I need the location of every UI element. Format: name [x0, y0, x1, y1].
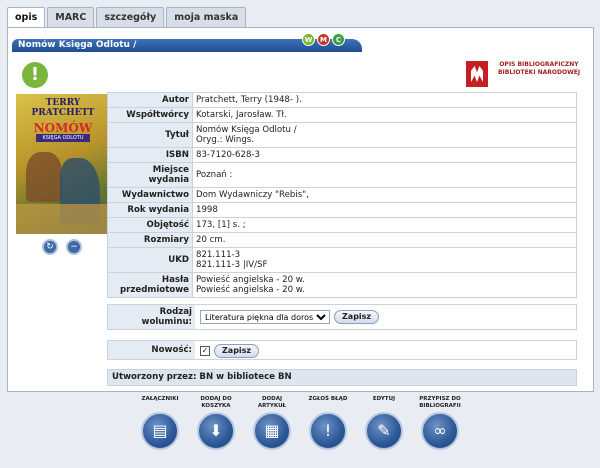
record-row: Hasła przedmiotowe Powieść angielska - 20…: [107, 272, 577, 298]
add-to-basket-button[interactable]: DODAJ DO KOSZYKA ⬇: [191, 396, 241, 450]
assign-bibliography-button[interactable]: PRZYPISZ DO BIBLIOGRAFII ∞: [415, 396, 465, 450]
nowosc-save-button[interactable]: Zapisz: [214, 344, 260, 358]
rodzaj-save-button[interactable]: Zapisz: [334, 310, 380, 324]
remove-icon[interactable]: −: [66, 239, 82, 255]
m-button[interactable]: M: [317, 33, 330, 46]
action-label: ZGŁOŚ BŁĄD: [308, 396, 348, 402]
action-label: ZAŁĄCZNIKI: [141, 396, 179, 402]
record-key: ISBN: [107, 147, 193, 163]
created-by: Utworzony przez: BN w bibliotece BN: [107, 369, 577, 386]
action-label: PRZYPISZ DO BIBLIOGRAFII: [419, 396, 461, 409]
record-row: Autor Pratchett, Terry (1948- ).: [107, 92, 577, 108]
record-value: 173, [1] s. ;: [192, 217, 577, 233]
record-key: Współtwórcy: [107, 107, 193, 123]
book-cover-image: TERRY PRATCHETT NOMÓW KSIĘGA ODLOTU: [16, 94, 110, 234]
tab-bar: opis MARC szczegóły moja maska: [7, 7, 247, 28]
report-error-button[interactable]: ZGŁOŚ BŁĄD !: [303, 396, 353, 450]
cover-title: NOMÓW: [33, 121, 93, 135]
record-value: 83-7120-628-3: [192, 147, 577, 163]
rodzaj-select[interactable]: Literatura piękna dla dorosłych: [200, 310, 330, 324]
record-table: Autor Pratchett, Terry (1948- ). Współtwór…: [107, 92, 577, 298]
attachments-icon: ▤: [141, 412, 179, 450]
record-row: Wydawnictwo Dom Wydawniczy "Rebis",: [107, 187, 577, 203]
record-key: Objętość: [107, 217, 193, 233]
record-row: ISBN 83-7120-628-3: [107, 147, 577, 163]
title-bar-buttons: W M C: [302, 33, 345, 46]
bn-logo-text: OPIS BIBLIOGRAFICZNY BIBLIOTEKI NARODOWE…: [497, 61, 581, 76]
record-row: Rok wydania 1998: [107, 202, 577, 218]
tab-opis[interactable]: opis: [7, 7, 46, 28]
add-article-button[interactable]: DODAJ ARTYKUŁ ▦: [247, 396, 297, 450]
record-key: Autor: [107, 92, 193, 108]
cover-art-shape: [26, 152, 62, 202]
nowosc-row-main: Nowość: ✓ Zapisz: [107, 340, 577, 360]
record-row: Miejsce wydania Poznań :: [107, 162, 577, 188]
rodzaj-woluminu-row: Rodzaj woluminu: Literatura piękna dla d…: [107, 304, 577, 330]
cover-controls: ↻ −: [42, 239, 82, 255]
nowosc-checkbox[interactable]: ✓: [200, 346, 210, 356]
link-icon: ∞: [421, 412, 459, 450]
action-bar: ZAŁĄCZNIKI ▤ DODAJ DO KOSZYKA ⬇ DODAJ AR…: [135, 396, 475, 466]
c-button[interactable]: C: [332, 33, 345, 46]
edit-button[interactable]: EDYTUJ ✎: [359, 396, 409, 450]
record-value: 821.111-3 821.111-3 |IV/SF: [192, 247, 577, 273]
record-key: Hasła przedmiotowe: [107, 272, 193, 298]
warning-icon: !: [309, 412, 347, 450]
record-row: Objętość 173, [1] s. ;: [107, 217, 577, 233]
record-key: Wydawnictwo: [107, 187, 193, 203]
tab-marc[interactable]: MARC: [47, 7, 95, 27]
record-value: Dom Wydawniczy "Rebis",: [192, 187, 577, 203]
record-value: Poznań :: [192, 162, 577, 188]
record-value: Pratchett, Terry (1948- ).: [192, 92, 577, 108]
record-key: UKD: [107, 247, 193, 273]
attachments-button[interactable]: ZAŁĄCZNIKI ▤: [135, 396, 185, 450]
cover-author: TERRY PRATCHETT: [31, 98, 95, 118]
cover-subtitle: KSIĘGA ODLOTU: [36, 134, 90, 142]
article-icon: ▦: [253, 412, 291, 450]
basket-icon: ⬇: [197, 412, 235, 450]
record-key: Rozmiary: [107, 232, 193, 248]
record-row: Tytuł Nomów Księga Odlotu / Oryg.: Wings.: [107, 122, 577, 148]
record-value: 1998: [192, 202, 577, 218]
rodzaj-label: Rodzaj woluminu:: [108, 305, 195, 329]
record-value: Nomów Księga Odlotu / Oryg.: Wings.: [192, 122, 577, 148]
tab-szczegoly[interactable]: szczegóły: [96, 7, 165, 27]
record-title: Nomów Księga Odlotu /: [18, 40, 137, 50]
record-key: Rok wydania: [107, 202, 193, 218]
nowosc-label: Nowość:: [108, 341, 195, 359]
record-row: Współtwórcy Kotarski, Jarosław. Tł.: [107, 107, 577, 123]
refresh-icon[interactable]: ↻: [42, 239, 58, 255]
record-key: Tytuł: [107, 122, 193, 148]
bn-logo: OPIS BIBLIOGRAFICZNY BIBLIOTEKI NARODOWE…: [466, 61, 586, 87]
action-label: DODAJ ARTYKUŁ: [257, 396, 287, 409]
record-value: Kotarski, Jarosław. Tł.: [192, 107, 577, 123]
exclamation-icon: !: [22, 62, 48, 88]
record-key: Miejsce wydania: [107, 162, 193, 188]
record-value: 20 cm.: [192, 232, 577, 248]
cover-art-shape: [16, 204, 110, 234]
tab-moja-maska[interactable]: moja maska: [166, 7, 247, 27]
edit-icon: ✎: [365, 412, 403, 450]
action-label: DODAJ DO KOSZYKA: [200, 396, 232, 409]
w-button[interactable]: W: [302, 33, 315, 46]
record-row: UKD 821.111-3 821.111-3 |IV/SF: [107, 247, 577, 273]
bn-emblem-icon: [466, 61, 488, 87]
record-value: Powieść angielska - 20 w. Powieść angiel…: [192, 272, 577, 298]
record-row: Rozmiary 20 cm.: [107, 232, 577, 248]
action-label: EDYTUJ: [372, 396, 396, 402]
